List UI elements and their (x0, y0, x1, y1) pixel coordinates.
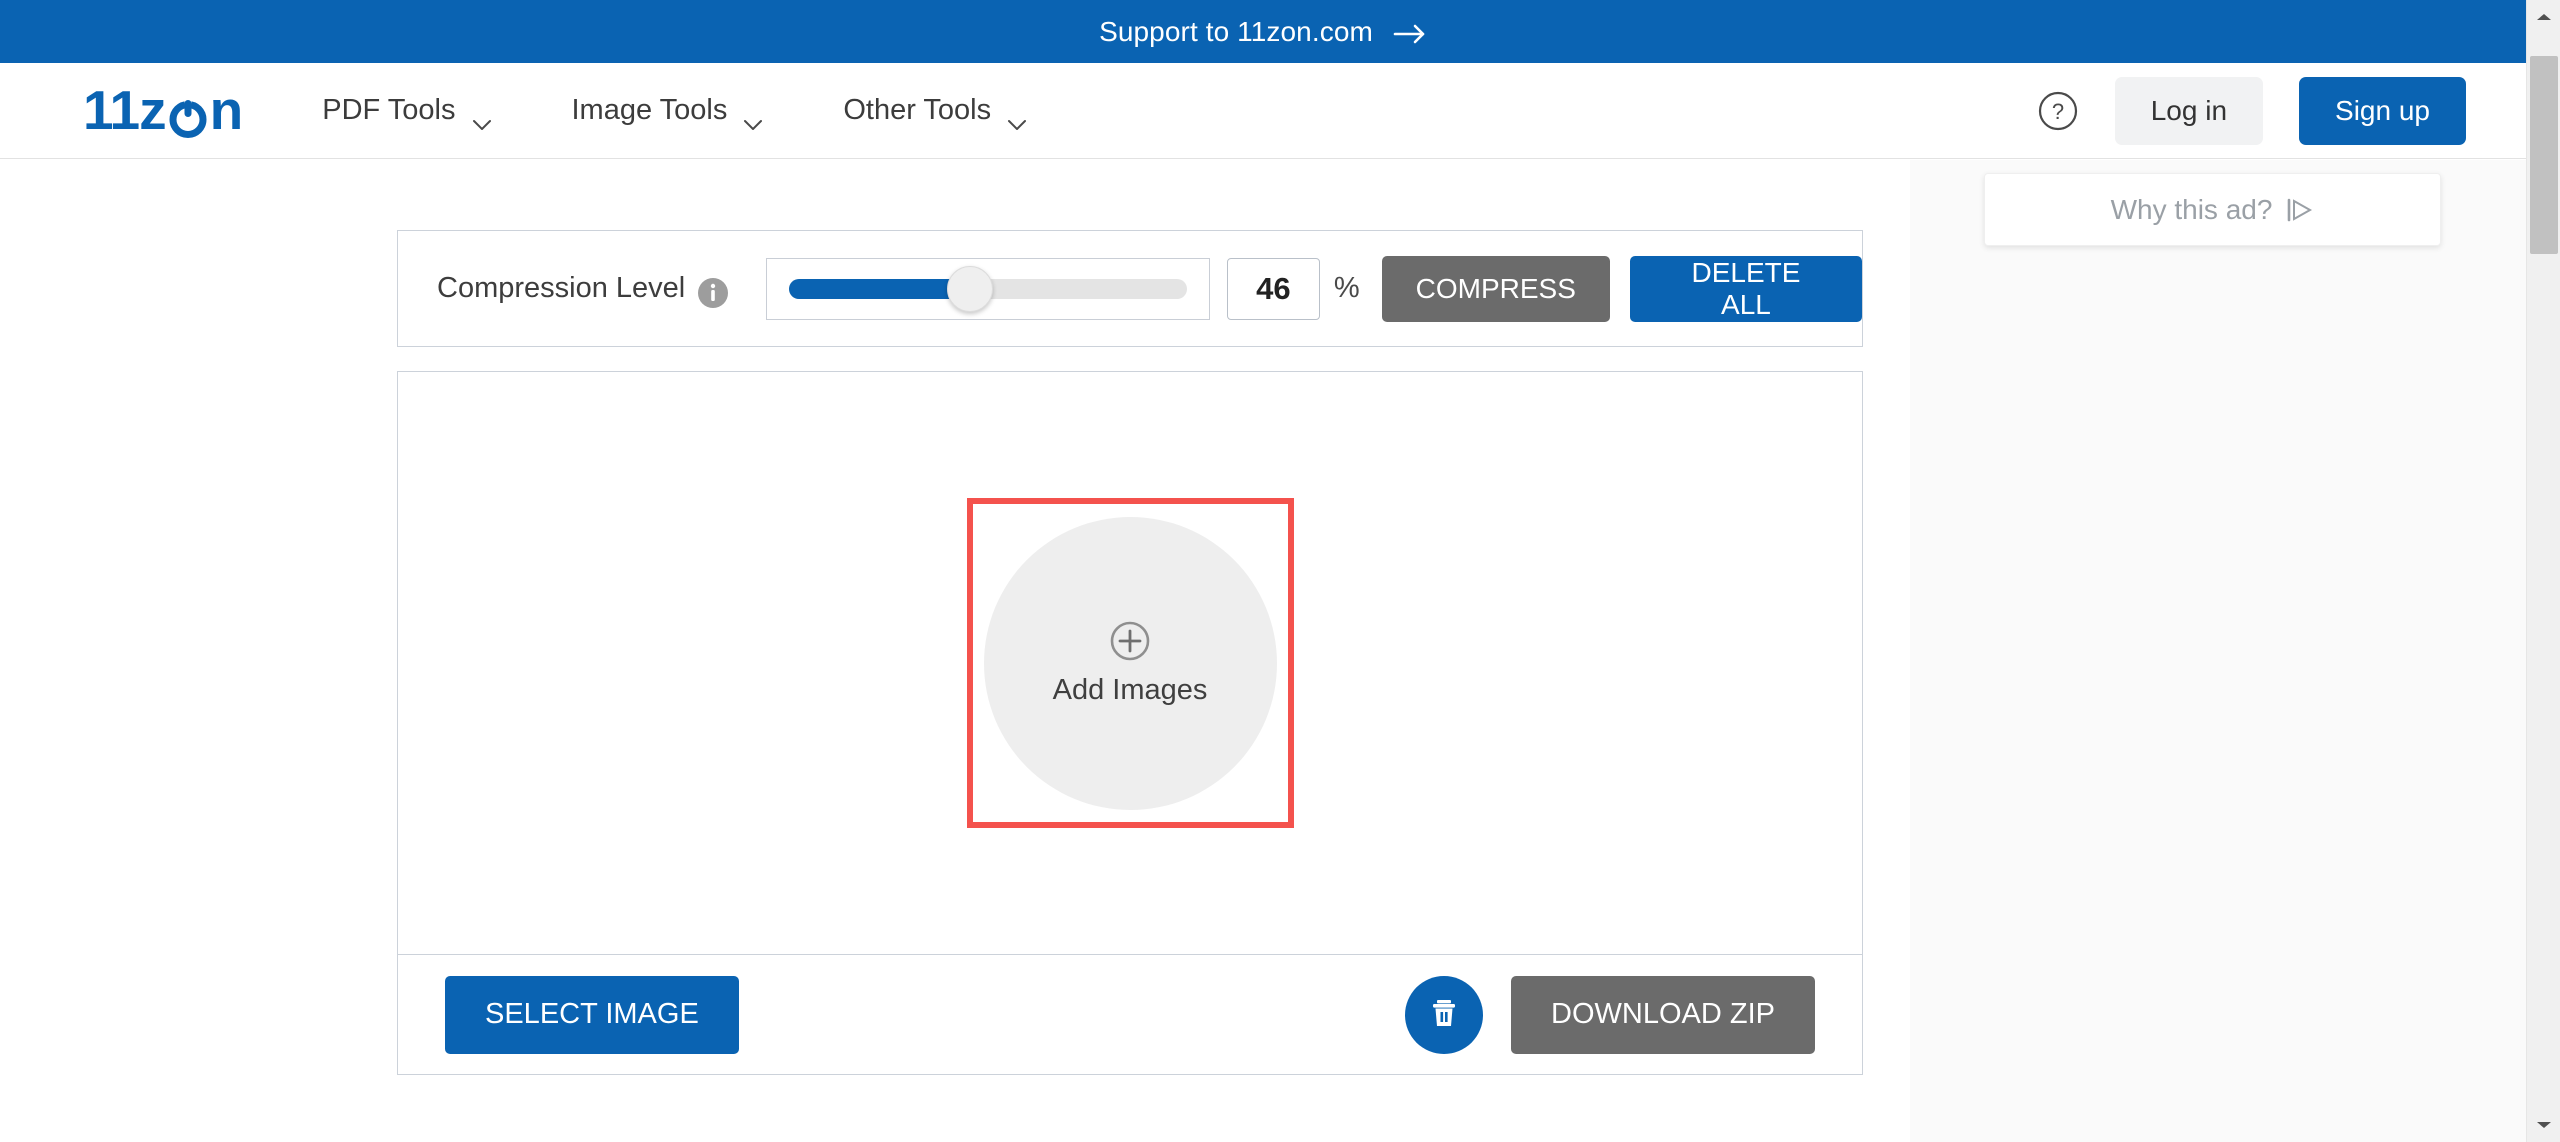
vertical-scrollbar[interactable] (2526, 0, 2560, 1142)
support-banner-link[interactable]: Support to 11zon.com (1099, 16, 1427, 48)
slider-fill (789, 278, 973, 299)
why-this-ad-label: Why this ad? (2110, 193, 2273, 225)
slider-thumb[interactable] (947, 265, 994, 312)
compress-button[interactable]: COMPRESS (1381, 255, 1610, 322)
percent-label: % (1333, 272, 1360, 304)
chevron-down-icon (743, 106, 763, 130)
download-zip-button[interactable]: DOWNLOAD ZIP (1511, 975, 1815, 1054)
delete-files-button[interactable] (1405, 975, 1484, 1054)
dropzone-area[interactable]: Add Images (398, 372, 1862, 955)
scrollbar-up-arrow[interactable] (2527, 0, 2560, 34)
plus-circle-icon (1109, 620, 1151, 662)
header-actions: ? Log in Sign up (2037, 76, 2466, 145)
site-header: 11z n PDF Tools Image Tools Other Tools … (0, 63, 2526, 159)
add-images-box[interactable]: Add Images (966, 498, 1294, 828)
compression-slider[interactable] (766, 257, 1210, 320)
logo-prefix: 11z (83, 79, 167, 141)
site-logo[interactable]: 11z n (83, 63, 244, 158)
login-button[interactable]: Log in (2114, 76, 2264, 145)
trash-icon (1424, 993, 1464, 1036)
nav-item-pdf-tools[interactable]: PDF Tools (322, 94, 492, 130)
logo-suffix: n (209, 79, 244, 141)
scrollbar-down-arrow[interactable] (2527, 1108, 2560, 1142)
caret-down-icon (2537, 1122, 2551, 1128)
logo-text: 11z n (83, 79, 244, 141)
caret-up-icon (2537, 14, 2551, 20)
chevron-down-icon (472, 106, 492, 130)
files-actions-right: DOWNLOAD ZIP (1405, 975, 1815, 1054)
compressor-tool: Compression Level % COMPRESS (397, 230, 1863, 1075)
scrollbar-thumb[interactable] (2530, 56, 2558, 254)
question-circle-icon[interactable]: ? (2037, 90, 2079, 132)
power-symbol-icon (167, 93, 209, 138)
select-image-button[interactable]: SELECT IMAGE (445, 975, 739, 1054)
files-actions-bar: SELECT IMAGE DOWNLOAD ZIP (398, 955, 1862, 1074)
info-circle-icon[interactable] (698, 277, 729, 308)
nav-item-label: Other Tools (843, 94, 992, 126)
arrow-right-icon (1393, 20, 1427, 48)
delete-all-button[interactable]: DELETE ALL (1629, 255, 1862, 322)
nav-item-label: Image Tools (571, 94, 728, 126)
page-root: Support to 11zon.com 11z n PDF Tools Ima… (0, 0, 2560, 1142)
nav-item-other-tools[interactable]: Other Tools (843, 94, 1027, 130)
compression-settings-panel: Compression Level % COMPRESS (397, 230, 1863, 347)
why-this-ad-button[interactable]: Why this ad? (1984, 173, 2441, 246)
compression-level-label: Compression Level (437, 272, 686, 304)
ad-sidebar: Why this ad? (1910, 160, 2526, 1142)
add-images-circle: Add Images (983, 516, 1277, 810)
chevron-down-icon (1007, 106, 1027, 130)
main-nav: PDF Tools Image Tools Other Tools (322, 94, 1027, 130)
adchoices-icon (2286, 197, 2314, 223)
compression-value-input[interactable] (1226, 257, 1320, 320)
support-banner: Support to 11zon.com (0, 0, 2526, 63)
nav-item-image-tools[interactable]: Image Tools (571, 94, 764, 130)
svg-text:?: ? (2052, 99, 2064, 124)
signup-button[interactable]: Sign up (2299, 76, 2466, 145)
files-panel: Add Images SELECT IMAGE DOWNLOAD ZIP (397, 371, 1863, 1075)
add-images-label: Add Images (1052, 673, 1208, 706)
support-banner-text: Support to 11zon.com (1099, 15, 1373, 47)
main-content: Compression Level % COMPRESS (0, 160, 1910, 1142)
nav-item-label: PDF Tools (322, 94, 456, 126)
